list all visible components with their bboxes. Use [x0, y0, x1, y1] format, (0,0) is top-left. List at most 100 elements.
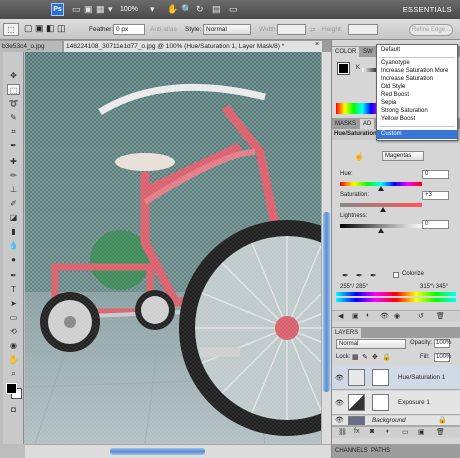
targeted-adjustment-icon[interactable]: ☝	[354, 152, 365, 162]
zoom-icon[interactable]: 🔍	[181, 3, 192, 15]
tab-paths[interactable]: PATHS	[368, 446, 393, 456]
hand-icon[interactable]: ✋	[167, 3, 178, 15]
hue-slider-thumb[interactable]	[378, 186, 384, 191]
width-input[interactable]	[277, 24, 306, 35]
visibility-eye-icon[interactable]: 👁	[335, 416, 344, 424]
horizontal-scroll-thumb[interactable]	[110, 448, 205, 455]
layer-row[interactable]: 👁 Hue/Saturation 1	[332, 366, 460, 390]
visibility-eye-icon[interactable]: 👁	[335, 399, 344, 407]
view-previous-icon[interactable]: ◉	[394, 312, 400, 320]
marquee-tool-icon[interactable]: ⬚	[7, 84, 20, 95]
grid-icon[interactable]: ▦	[96, 3, 105, 15]
swap-icon[interactable]: ⇄	[310, 26, 315, 34]
screen-mode-icon[interactable]: ▭	[229, 3, 238, 15]
link-layers-icon[interactable]: ⛓	[338, 428, 347, 436]
clone-stamp-tool-icon[interactable]: ⊥	[7, 184, 20, 195]
layer-row[interactable]: 👁 Background 🔒	[332, 416, 460, 426]
pen-tool-icon[interactable]: ✒	[7, 270, 20, 281]
opacity-input[interactable]: 100%	[434, 339, 451, 348]
add-selection-icon[interactable]: ▣	[35, 23, 44, 34]
new-selection-icon[interactable]: ▢	[24, 23, 33, 34]
move-tool-icon[interactable]: ✥	[7, 70, 20, 81]
workspace-switcher[interactable]: ESSENTIALS	[403, 5, 452, 14]
anti-alias-checkbox[interactable]: Anti-alias	[150, 26, 177, 33]
3d-orbit-tool-icon[interactable]: ◉	[7, 340, 20, 351]
foreground-color-swatch[interactable]	[6, 383, 17, 394]
healing-brush-tool-icon[interactable]: ✚	[7, 156, 20, 167]
quick-mask-icon[interactable]: ◘	[7, 404, 20, 415]
colorize-checkbox[interactable]	[393, 272, 399, 278]
tab-swatches[interactable]: SW	[360, 47, 376, 57]
zoom-tool-icon[interactable]: ⌕	[7, 368, 20, 379]
hand-tool-icon[interactable]: ✋	[7, 354, 20, 365]
hue-input[interactable]: 0	[422, 170, 449, 179]
path-selection-tool-icon[interactable]: ➤	[7, 298, 20, 309]
blur-tool-icon[interactable]: 💧	[7, 240, 20, 251]
layer-name[interactable]: Hue/Saturation 1	[398, 374, 445, 381]
layer-name[interactable]: Background	[372, 417, 406, 424]
quick-select-tool-icon[interactable]: ✎	[7, 112, 20, 123]
saturation-input[interactable]: +3	[422, 191, 449, 200]
zoom-chevron-icon[interactable]: ▾	[150, 3, 155, 15]
eyedropper-minus-icon[interactable]: ✒	[370, 271, 377, 280]
arrange-documents-icon[interactable]: ▤	[212, 3, 221, 15]
visibility-icon[interactable]: 👁	[380, 312, 389, 320]
layer-style-icon[interactable]: fx	[354, 428, 359, 435]
layer-name[interactable]: Exposure 1	[398, 399, 430, 406]
expand-icon[interactable]: ▣	[352, 312, 359, 320]
horizontal-scrollbar[interactable]	[25, 444, 331, 458]
bridge-icon[interactable]: ▭	[72, 3, 81, 15]
eyedropper-tool-icon[interactable]: ✒	[7, 140, 20, 151]
blend-mode-select[interactable]: Normal	[336, 339, 406, 349]
eraser-tool-icon[interactable]: ◪	[7, 212, 20, 223]
tab-masks[interactable]: MASKS	[332, 119, 359, 129]
lightness-input[interactable]: 0	[422, 220, 449, 229]
range-bar-bottom[interactable]	[336, 298, 456, 302]
gradient-tool-icon[interactable]: ▮	[7, 226, 20, 237]
lasso-tool-icon[interactable]: ➰	[7, 98, 20, 109]
zoom-dropdown-icon[interactable]: ▾	[108, 3, 113, 15]
3d-rotate-tool-icon[interactable]: ⟲	[7, 326, 20, 337]
return-icon[interactable]: ◀	[338, 312, 343, 320]
vertical-scroll-thumb[interactable]	[323, 212, 330, 392]
lock-all-icon[interactable]: 🔒	[382, 353, 391, 361]
rotate-view-icon[interactable]: ↻	[196, 3, 204, 15]
feather-input[interactable]: 0 px	[113, 24, 145, 35]
zoom-level[interactable]: 100%	[120, 4, 148, 15]
subtract-selection-icon[interactable]: ◧	[46, 23, 55, 34]
trash-icon[interactable]: 🗑	[436, 312, 445, 320]
eyedropper-icon[interactable]: ✒	[342, 271, 349, 280]
shape-tool-icon[interactable]: ▭	[7, 312, 20, 323]
vertical-scrollbar[interactable]	[321, 52, 331, 444]
tab-layers[interactable]: LAYERS	[332, 328, 362, 338]
intersect-selection-icon[interactable]: ◫	[57, 23, 66, 34]
marquee-preset-icon[interactable]: ⬚	[3, 23, 19, 36]
menu-item-yellow-boost[interactable]: Yellow Boost	[377, 115, 457, 124]
document-tab-2[interactable]: 148224108_30711e1d77_o.jpg @ 100% (Hue/S…	[64, 41, 322, 52]
style-select[interactable]: Normal	[203, 24, 251, 35]
tab-adjustments[interactable]: AD	[360, 119, 375, 129]
dodge-tool-icon[interactable]: ●	[7, 254, 20, 265]
mini-bridge-icon[interactable]: ▣	[84, 3, 93, 15]
document-canvas[interactable]	[25, 52, 321, 444]
lock-position-icon[interactable]: ✥	[372, 353, 378, 361]
menu-item-custom[interactable]: Custom	[377, 130, 457, 139]
menu-item-default[interactable]: Default	[377, 46, 457, 55]
layer-mask-thumbnail[interactable]	[372, 369, 389, 386]
color-spectrum-ramp[interactable]	[336, 103, 380, 114]
saturation-slider-thumb[interactable]	[380, 207, 386, 212]
height-input[interactable]	[348, 24, 378, 35]
crop-tool-icon[interactable]: ⌗	[7, 126, 20, 137]
tab-color[interactable]: COLOR	[332, 47, 360, 57]
tab-channels[interactable]: CHANNELS	[332, 446, 371, 456]
reset-icon[interactable]: ↺	[418, 312, 424, 320]
add-mask-icon[interactable]: ◙	[370, 428, 374, 435]
new-group-icon[interactable]: ▭	[402, 428, 409, 436]
history-brush-tool-icon[interactable]: ✐	[7, 198, 20, 209]
delete-layer-icon[interactable]: 🗑	[436, 428, 445, 436]
eyedropper-plus-icon[interactable]: ✒	[356, 271, 363, 280]
visibility-eye-icon[interactable]: 👁	[335, 374, 344, 382]
fill-input[interactable]: 100%	[434, 353, 451, 362]
lightness-slider-thumb[interactable]	[378, 228, 384, 233]
new-layer-icon[interactable]: ▣	[418, 428, 425, 436]
